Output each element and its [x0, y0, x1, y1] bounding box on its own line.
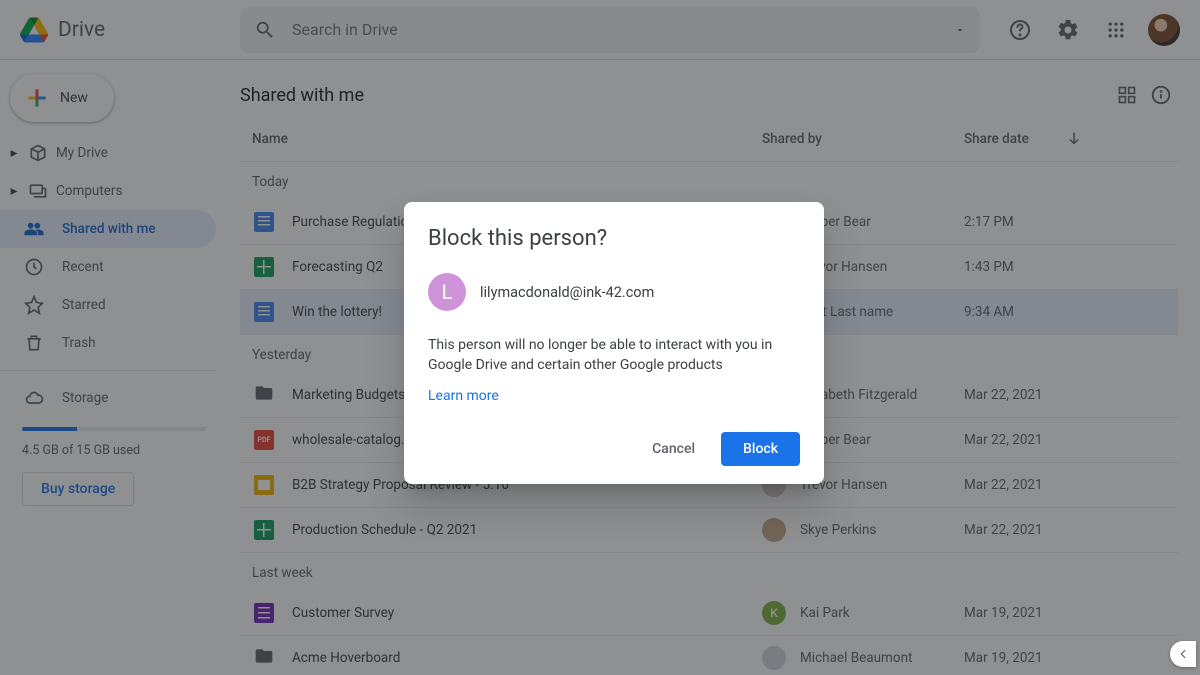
block-confirm-button[interactable]: Block — [721, 432, 800, 466]
modal-person-row: L lilymacdonald@ink-42.com — [428, 273, 800, 311]
block-person-modal: Block this person? L lilymacdonald@ink-4… — [404, 202, 824, 484]
cancel-button[interactable]: Cancel — [634, 432, 713, 466]
chevron-left-icon — [1176, 647, 1190, 661]
modal-email: lilymacdonald@ink-42.com — [480, 284, 654, 301]
learn-more-link[interactable]: Learn more — [428, 388, 800, 404]
modal-avatar: L — [428, 273, 466, 311]
side-panel-toggle[interactable] — [1170, 641, 1196, 667]
modal-title: Block this person? — [428, 226, 800, 251]
modal-description: This person will no longer be able to in… — [428, 335, 800, 376]
